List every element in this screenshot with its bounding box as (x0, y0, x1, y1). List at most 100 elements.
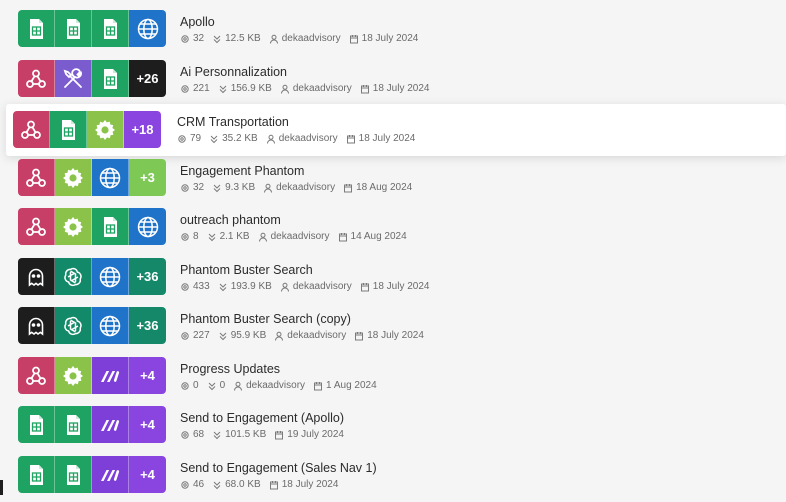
transfer-icon (218, 282, 231, 292)
corner-indicator (0, 480, 3, 495)
data-transfer-size: 0 (207, 380, 226, 391)
sheets-icon (55, 10, 92, 47)
app-module-strip: +26 (18, 60, 166, 97)
scenario-name[interactable]: Phantom Buster Search (180, 262, 437, 278)
scenario-row[interactable]: +4 Send to Engagement (Apollo) 68 101.5 KB 1… (0, 406, 786, 452)
scenario-row[interactable]: +18 CRM Transportation 79 35.2 KB dekaadviso… (6, 104, 786, 156)
owner-name-value: dekaadvisory (276, 182, 336, 193)
sheets-icon (18, 10, 55, 47)
settings-icon (55, 159, 92, 196)
scenario-name[interactable]: Send to Engagement (Apollo) (180, 410, 352, 426)
settings-icon (55, 208, 92, 245)
scenario-row[interactable]: Apollo 32 12.5 KB dekaadvisory 18 July 2024 (0, 10, 786, 56)
app-module-strip: +18 (13, 111, 161, 148)
globe-icon (129, 10, 166, 47)
operations-count-value: 221 (193, 83, 210, 94)
scenario-meta: 0 0 dekaadvisory 1 Aug 2024 (180, 380, 385, 391)
owner-name: dekaadvisory (258, 231, 330, 242)
operations-count-value: 433 (193, 281, 210, 292)
scenario-name[interactable]: Apollo (180, 14, 426, 30)
scenario-info: Phantom Buster Search 433 193.9 KB dekaadvi… (180, 262, 437, 292)
app-module-strip: +4 (18, 406, 166, 443)
settings-icon (55, 357, 92, 394)
more-modules-count: +4 (129, 406, 166, 443)
scenario-row[interactable]: +36 Phantom Buster Search 433 193.9 KB dekaa… (0, 258, 786, 304)
calendar-icon (360, 84, 373, 94)
scenario-name[interactable]: Phantom Buster Search (copy) (180, 311, 432, 327)
created-date-value: 18 July 2024 (367, 330, 424, 341)
scenario-row[interactable]: outreach phantom 8 2.1 KB dekaadvisory 14 Au… (0, 208, 786, 254)
operations-count: 32 (180, 33, 204, 44)
scenario-name[interactable]: Ai Personnalization (180, 64, 437, 80)
scenario-name[interactable]: outreach phantom (180, 212, 415, 228)
scenario-name[interactable]: Progress Updates (180, 361, 385, 377)
calendar-icon (269, 480, 282, 490)
data-transfer-size-value: 0 (219, 380, 226, 391)
scenario-row[interactable]: +36 Phantom Buster Search (copy) 227 95.9 K… (0, 307, 786, 353)
data-transfer-size: 156.9 KB (218, 83, 272, 94)
make-icon (92, 357, 129, 394)
transfer-icon (212, 183, 225, 193)
scenario-name[interactable]: Engagement Phantom (180, 163, 420, 179)
phantom-icon (18, 307, 55, 344)
app-module-strip (18, 10, 166, 47)
app-module-strip: +3 (18, 159, 166, 196)
sheets-icon (92, 208, 129, 245)
scenario-info: Progress Updates 0 0 dekaadvisory 1 Aug 2024 (180, 361, 385, 391)
owner-name: dekaadvisory (280, 281, 352, 292)
more-modules-count: +36 (129, 307, 166, 344)
globe-icon (92, 307, 129, 344)
scenario-info: CRM Transportation 79 35.2 KB dekaadvisory 1… (177, 114, 423, 144)
scenario-name[interactable]: Send to Engagement (Sales Nav 1) (180, 460, 377, 476)
scenario-row[interactable]: +4 Send to Engagement (Sales Nav 1) 46 68.0… (0, 456, 786, 502)
operations-count-value: 32 (193, 33, 205, 44)
scenario-info: Phantom Buster Search (copy) 227 95.9 KB de… (180, 311, 432, 341)
operations-count: 68 (180, 429, 204, 440)
scenario-meta: 79 35.2 KB dekaadvisory 18 July 2024 (177, 133, 423, 144)
data-transfer-size: 9.3 KB (212, 182, 255, 193)
data-transfer-size: 12.5 KB (212, 33, 261, 44)
owner-name-value: dekaadvisory (281, 33, 341, 44)
created-date: 18 July 2024 (349, 33, 419, 44)
owner-name-value: dekaadvisory (292, 83, 352, 94)
openai-icon (55, 258, 92, 295)
transfer-icon (209, 134, 222, 144)
operations-icon (180, 480, 193, 490)
scenario-row[interactable]: +3 Engagement Phantom 32 9.3 KB dekaadvisory… (0, 159, 786, 205)
operations-icon (180, 282, 193, 292)
operations-icon (180, 430, 193, 440)
created-date: 18 July 2024 (346, 133, 415, 144)
operations-icon (177, 134, 190, 144)
scenario-row[interactable]: +4 Progress Updates 0 0 dekaadvisory 1 Aug 20… (0, 357, 786, 403)
sheets-icon (50, 111, 87, 148)
transfer-icon (218, 331, 231, 341)
data-transfer-size-value: 193.9 KB (230, 281, 272, 292)
created-date: 18 July 2024 (360, 83, 429, 94)
data-transfer-size-value: 35.2 KB (222, 133, 258, 144)
scenario-name[interactable]: CRM Transportation (177, 114, 423, 130)
settings-icon (87, 111, 124, 148)
transfer-icon (212, 480, 225, 490)
operations-icon (180, 34, 193, 44)
owner-name-value: dekaadvisory (246, 380, 306, 391)
operations-count: 79 (177, 133, 201, 144)
created-date-value: 1 Aug 2024 (326, 380, 377, 391)
owner-name: dekaadvisory (266, 133, 338, 144)
make-icon (92, 406, 129, 443)
owner-name-value: dekaadvisory (292, 281, 352, 292)
more-modules-count: +36 (129, 258, 166, 295)
data-transfer-size: 193.9 KB (218, 281, 272, 292)
operations-count: 46 (180, 479, 204, 490)
calendar-icon (354, 331, 367, 341)
calendar-icon (274, 430, 287, 440)
more-modules-count: +4 (129, 357, 166, 394)
scenario-row[interactable]: +26 Ai Personnalization 221 156.9 KB dekaadv… (0, 60, 786, 106)
created-date-value: 19 July 2024 (287, 429, 344, 440)
transfer-icon (218, 84, 231, 94)
data-transfer-size-value: 12.5 KB (225, 33, 261, 44)
created-date-value: 18 July 2024 (361, 33, 419, 44)
operations-count: 227 (180, 330, 210, 341)
tools-icon (55, 60, 92, 97)
operations-count-value: 0 (193, 380, 199, 391)
webhook-icon (13, 111, 50, 148)
